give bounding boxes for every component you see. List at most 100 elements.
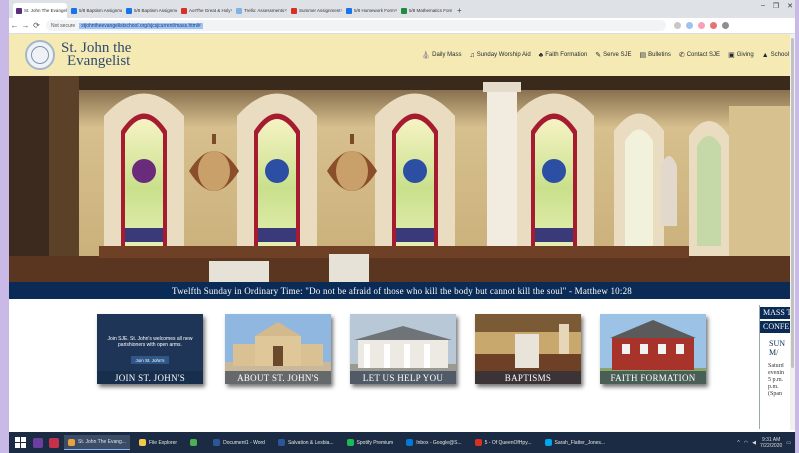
browser-tab[interactable]: 5/8 Mathematics Form × [398, 3, 452, 18]
tile-let-us-help-you[interactable]: LET US HELP YOU [350, 314, 456, 384]
system-tray: ^ ◠ ◀ 9:31 AM 7/22/2020 ▭ [737, 437, 791, 449]
nav-item[interactable]: ♣ Faith Formation [539, 51, 588, 59]
extension-icon[interactable] [710, 22, 717, 29]
url-text[interactable]: stjohntheevangelistschool.org/sjcsjcurre… [79, 22, 203, 29]
scripture-banner: Twelfth Sunday in Ordinary Time: "Do not… [9, 282, 795, 299]
app-icon [346, 439, 354, 446]
extension-icons [674, 22, 729, 29]
nav-item-label: Serve SJE [603, 52, 632, 58]
nav-item-label: Faith Formation [545, 52, 588, 58]
close-tab-icon[interactable]: × [395, 8, 397, 14]
nav-item[interactable]: ♫ Sunday Worship Aid [470, 51, 531, 59]
maximize-button[interactable]: ❐ [773, 2, 779, 10]
taskbar-app-label: Sarah_Flatter_Jones... [554, 439, 606, 446]
start-button[interactable] [13, 436, 27, 450]
profile-avatar[interactable] [722, 22, 729, 29]
notifications-icon[interactable]: ▭ [786, 440, 791, 446]
giving-icon: ▣ [728, 52, 735, 59]
app-icon [544, 439, 552, 446]
app-icon [213, 439, 221, 446]
browser-tab[interactable]: St. John The Evangelist× [13, 3, 67, 18]
browser-tab[interactable]: AoIThe Great & Holy × [178, 3, 232, 18]
reload-button[interactable]: ⟳ [31, 21, 42, 30]
app-icon [190, 439, 198, 446]
browser-tab[interactable]: Trello: Assessments × [233, 3, 287, 18]
browser-tab[interactable]: 5/8 Homework Form × [343, 3, 397, 18]
taskbar-app[interactable]: Inbox - Google@S... [402, 435, 465, 450]
feature-tiles: Join SJE. St. John's welcomes all new pa… [9, 299, 795, 431]
taskbar-app[interactable]: Document1 - Word [209, 435, 269, 450]
tile-about-st-johns[interactable]: ABOUT ST. JOHN'S [225, 314, 331, 384]
close-window-button[interactable]: ✕ [787, 2, 793, 10]
browser-tab[interactable]: Summer Assignment × [288, 3, 342, 18]
tab-title: 5/8 Baptism Assignment [134, 8, 177, 13]
close-tab-icon[interactable]: × [341, 8, 342, 14]
security-label[interactable]: Not secure [51, 23, 75, 29]
nav-item[interactable]: ▤ Bulletins [640, 51, 671, 59]
scrollbar-thumb[interactable] [791, 38, 794, 368]
tile-baptisms[interactable]: BAPTISMS [475, 314, 581, 384]
close-tab-icon[interactable]: × [231, 8, 232, 14]
address-bar[interactable]: Not secure stjohntheevangelistschool.org… [46, 20, 666, 31]
site-title[interactable]: St. John the Evangelist [61, 41, 131, 69]
page-scrollbar[interactable] [790, 34, 795, 430]
windows-taskbar: St. John The Evang... File Explorer Docume… [9, 432, 795, 453]
volume-icon[interactable]: ◀ [752, 440, 756, 446]
browser-tab[interactable]: 5/8 Baptism Assignment× [123, 3, 177, 18]
extension-icon[interactable] [698, 22, 705, 29]
taskbar-app[interactable]: Salvation & Lesbia... [274, 435, 338, 450]
taskbar-app-label: Inbox - Google@S... [416, 439, 462, 446]
taskbar-app[interactable]: 5 - Of QueenOfHpy... [471, 435, 536, 450]
tile-join-st-johns[interactable]: Join SJE. St. John's welcomes all new pa… [97, 314, 203, 384]
taskbar-app[interactable]: Sarah_Flatter_Jones... [541, 435, 610, 450]
bulletin-icon: ▤ [639, 52, 647, 59]
close-tab-icon[interactable]: × [284, 8, 287, 14]
parish-seal-logo[interactable] [25, 40, 55, 70]
nav-item[interactable]: ▣ Giving [728, 51, 754, 59]
taskbar-app-label: Salvation & Lesbia... [287, 439, 334, 446]
tab-title: 5/8 Homework Form [354, 8, 395, 13]
new-tab-button[interactable]: + [453, 3, 466, 18]
tab-title: Summer Assignment [299, 8, 341, 13]
wifi-icon[interactable]: ◠ [744, 440, 748, 446]
browser-tab[interactable]: 5/8 Baptism Assignment× [68, 3, 122, 18]
browser-window: St. John The Evangelist×5/8 Baptism Assi… [9, 0, 795, 453]
tray-chevron-icon[interactable]: ^ [737, 440, 739, 446]
extension-icon[interactable] [686, 22, 693, 29]
back-button[interactable]: ← [9, 21, 20, 30]
music-note-icon: ♫ [469, 51, 475, 59]
browser-toolbar: ← → ⟳ Not secure stjohntheevangelistscho… [9, 18, 795, 34]
nav-item-label: School [770, 52, 789, 58]
forward-button[interactable]: → [20, 21, 31, 30]
nav-item[interactable]: ✆ Contact SJE [679, 51, 720, 59]
tile-faith-formation[interactable]: FAITH FORMATION [600, 314, 706, 384]
nav-item[interactable]: ⛪ Daily Mass [421, 51, 461, 59]
nav-item-label: Contact SJE [686, 52, 721, 58]
nav-item[interactable]: ▲ School [762, 51, 789, 59]
extension-icon[interactable] [674, 22, 681, 29]
nav-item-label: Bulletins [648, 52, 671, 58]
tab-favicon-icon [181, 7, 187, 14]
site-header: St. John the Evangelist ⛪ Daily Mass ♫ Sund… [9, 34, 795, 76]
taskbar-app[interactable]: St. John The Evang... [64, 435, 130, 450]
taskbar-app[interactable]: File Explorer [135, 435, 181, 450]
taskbar-app[interactable] [186, 435, 204, 450]
church-icon: ⛪ [421, 52, 431, 59]
taskbar-app[interactable]: Spotify Premium [343, 435, 398, 450]
tab-strip: St. John The Evangelist×5/8 Baptism Assi… [9, 0, 795, 18]
taskbar-clock[interactable]: 9:31 AM 7/22/2020 [760, 437, 782, 449]
cortana-icon[interactable] [33, 437, 43, 448]
main-nav: ⛪ Daily Mass ♫ Sunday Worship Aid ♣ Faith For… [421, 51, 789, 60]
site-title-line2: Evangelist [67, 53, 131, 69]
nav-item-label: Sunday Worship Aid [476, 52, 531, 58]
tab-title: Trello: Assessments [244, 8, 285, 13]
join-button[interactable]: Join St. John's [131, 356, 169, 364]
nav-item[interactable]: ✎ Serve SJE [595, 51, 631, 59]
tab-favicon-icon [71, 7, 77, 14]
nav-item-label: Daily Mass [432, 52, 462, 58]
app-icon [139, 439, 146, 446]
task-view-icon[interactable] [49, 437, 59, 448]
minimize-button[interactable]: – [761, 2, 765, 10]
tab-title: 5/8 Baptism Assignment [79, 8, 122, 13]
tab-favicon-icon [126, 7, 132, 14]
